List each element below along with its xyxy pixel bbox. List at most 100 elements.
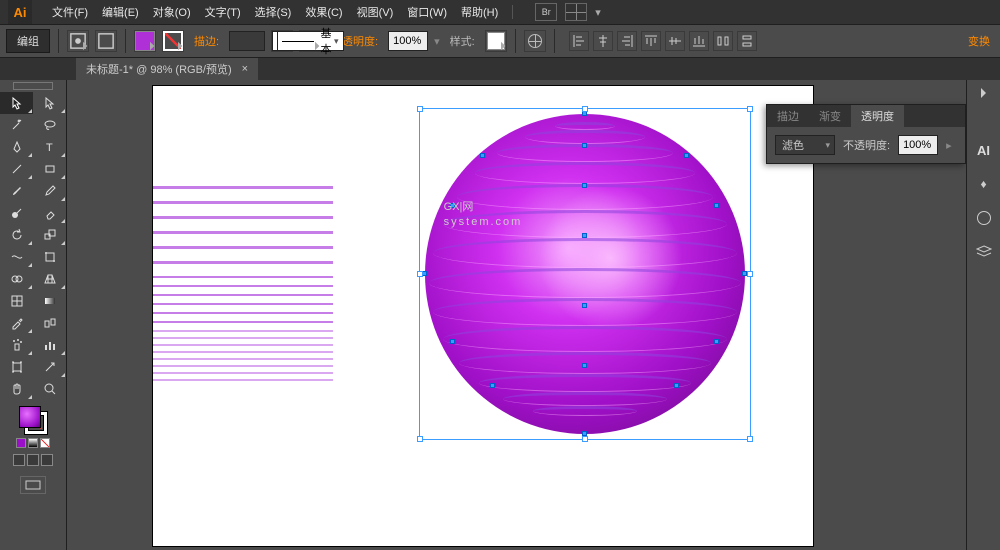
resize-handle-br[interactable] xyxy=(747,436,753,442)
resize-handle-bl[interactable] xyxy=(417,436,423,442)
blend-tool[interactable] xyxy=(33,312,66,334)
tab-stroke[interactable]: 描边 xyxy=(767,105,809,127)
document-tab[interactable]: 未标题-1* @ 98% (RGB/预览) × xyxy=(76,58,258,80)
dock-color-icon[interactable]: ♦ xyxy=(971,174,997,194)
free-transform-tool[interactable] xyxy=(33,246,66,268)
panel-opacity-input[interactable]: 100% xyxy=(898,135,938,155)
isolate-button[interactable] xyxy=(95,30,117,52)
dropdown-caret-icon: ▾ xyxy=(595,6,601,19)
arrange-documents-button[interactable] xyxy=(565,3,587,21)
menu-select[interactable]: 选择(S) xyxy=(255,4,292,20)
color-wheel-icon xyxy=(528,34,542,48)
transparency-panel[interactable]: 描边 渐变 透明度 滤色 不透明度: 100% ▸ xyxy=(766,104,966,164)
tab-transparency[interactable]: 透明度 xyxy=(851,105,904,127)
selection-tool[interactable] xyxy=(0,92,33,114)
zoom-tool[interactable] xyxy=(33,378,66,400)
color-mode-gradient[interactable] xyxy=(28,438,38,448)
bridge-button[interactable]: Br xyxy=(535,3,557,21)
blend-mode-dropdown[interactable]: 滤色 xyxy=(775,135,835,155)
opacity-input[interactable]: 100% xyxy=(388,31,428,51)
expand-dock-button[interactable] xyxy=(981,88,991,98)
fill-color-icon xyxy=(19,406,41,428)
paintbrush-tool[interactable] xyxy=(0,180,33,202)
align-right-button[interactable] xyxy=(617,31,637,51)
gradient-tool[interactable] xyxy=(33,290,66,312)
rectangle-tool[interactable] xyxy=(33,158,66,180)
blob-brush-tool[interactable] xyxy=(0,202,33,224)
app-logo: Ai xyxy=(8,0,32,24)
selection-bounding-box[interactable] xyxy=(419,108,751,440)
resize-handle-tl[interactable] xyxy=(417,106,423,112)
rotate-tool[interactable] xyxy=(0,224,33,246)
recolor-button[interactable] xyxy=(524,30,546,52)
width-tool[interactable] xyxy=(0,246,33,268)
resize-handle-ml[interactable] xyxy=(417,271,423,277)
resize-handle-tm[interactable] xyxy=(582,106,588,112)
pen-tool[interactable] xyxy=(0,136,33,158)
menu-object[interactable]: 对象(O) xyxy=(153,4,191,20)
draw-normal[interactable] xyxy=(13,454,25,466)
draw-behind[interactable] xyxy=(27,454,39,466)
eraser-tool[interactable] xyxy=(33,202,66,224)
menu-help[interactable]: 帮助(H) xyxy=(461,4,498,20)
color-mode-none[interactable] xyxy=(40,438,50,448)
edit-contents-button[interactable] xyxy=(67,30,89,52)
screen-mode-button[interactable] xyxy=(20,476,46,494)
menu-edit[interactable]: 编辑(E) xyxy=(102,4,139,20)
scale-tool[interactable] xyxy=(33,224,66,246)
align-hcenter-button[interactable] xyxy=(593,31,613,51)
stroke-color-button[interactable] xyxy=(162,30,184,52)
graphic-style-button[interactable] xyxy=(485,30,507,52)
document-tab-bar: 未标题-1* @ 98% (RGB/预览) × xyxy=(0,58,1000,80)
resize-handle-mr[interactable] xyxy=(747,271,753,277)
resize-handle-bm[interactable] xyxy=(582,436,588,442)
menu-view[interactable]: 视图(V) xyxy=(357,4,394,20)
distribute-v-button[interactable] xyxy=(737,31,757,51)
perspective-grid-tool[interactable] xyxy=(33,268,66,290)
dropdown-caret-icon[interactable]: ▾ xyxy=(434,35,440,48)
dock-swatches-icon[interactable] xyxy=(971,208,997,228)
line-tool[interactable] xyxy=(0,158,33,180)
panel-grip[interactable] xyxy=(13,82,53,90)
direct-selection-tool[interactable] xyxy=(33,92,66,114)
tools-panel: T xyxy=(0,80,67,550)
color-mode-solid[interactable] xyxy=(16,438,26,448)
stroke-weight-input[interactable] xyxy=(229,31,265,51)
dock-layers-icon[interactable] xyxy=(971,242,997,262)
align-left-button[interactable] xyxy=(569,31,589,51)
transform-link[interactable]: 变换 xyxy=(968,33,994,49)
fill-color-button[interactable] xyxy=(134,30,156,52)
align-vcenter-button[interactable] xyxy=(665,31,685,51)
brush-definition[interactable]: 基本 xyxy=(299,30,321,52)
close-tab-button[interactable]: × xyxy=(242,63,248,75)
screen-mode-buttons xyxy=(13,454,53,466)
column-graph-tool[interactable] xyxy=(33,334,66,356)
tab-gradient[interactable]: 渐变 xyxy=(809,105,851,127)
resize-handle-tr[interactable] xyxy=(747,106,753,112)
magic-wand-tool[interactable] xyxy=(0,114,33,136)
align-top-button[interactable] xyxy=(641,31,661,51)
draw-inside[interactable] xyxy=(41,454,53,466)
symbol-sprayer-tool[interactable] xyxy=(0,334,33,356)
menu-effect[interactable]: 效果(C) xyxy=(305,4,342,20)
slice-tool[interactable] xyxy=(33,356,66,378)
distribute-h-button[interactable] xyxy=(713,31,733,51)
type-tool[interactable]: T xyxy=(33,136,66,158)
menu-file[interactable]: 文件(F) xyxy=(52,4,88,20)
panel-tab-bar: 描边 渐变 透明度 xyxy=(767,105,965,127)
align-bottom-button[interactable] xyxy=(689,31,709,51)
fill-stroke-indicator[interactable] xyxy=(19,406,47,434)
shape-builder-tool[interactable] xyxy=(0,268,33,290)
hand-tool[interactable] xyxy=(0,378,33,400)
align-buttons xyxy=(569,31,757,51)
eyedropper-tool[interactable] xyxy=(0,312,33,334)
dropdown-caret-icon[interactable]: ▸ xyxy=(946,139,952,152)
pencil-tool[interactable] xyxy=(33,180,66,202)
lasso-tool[interactable] xyxy=(33,114,66,136)
artboard-tool[interactable] xyxy=(0,356,33,378)
menu-type[interactable]: 文字(T) xyxy=(205,4,241,20)
dock-libraries-icon[interactable]: AI xyxy=(971,140,997,160)
menu-window[interactable]: 窗口(W) xyxy=(407,4,447,20)
mesh-tool[interactable] xyxy=(0,290,33,312)
panel-opacity-label: 不透明度: xyxy=(843,137,890,153)
